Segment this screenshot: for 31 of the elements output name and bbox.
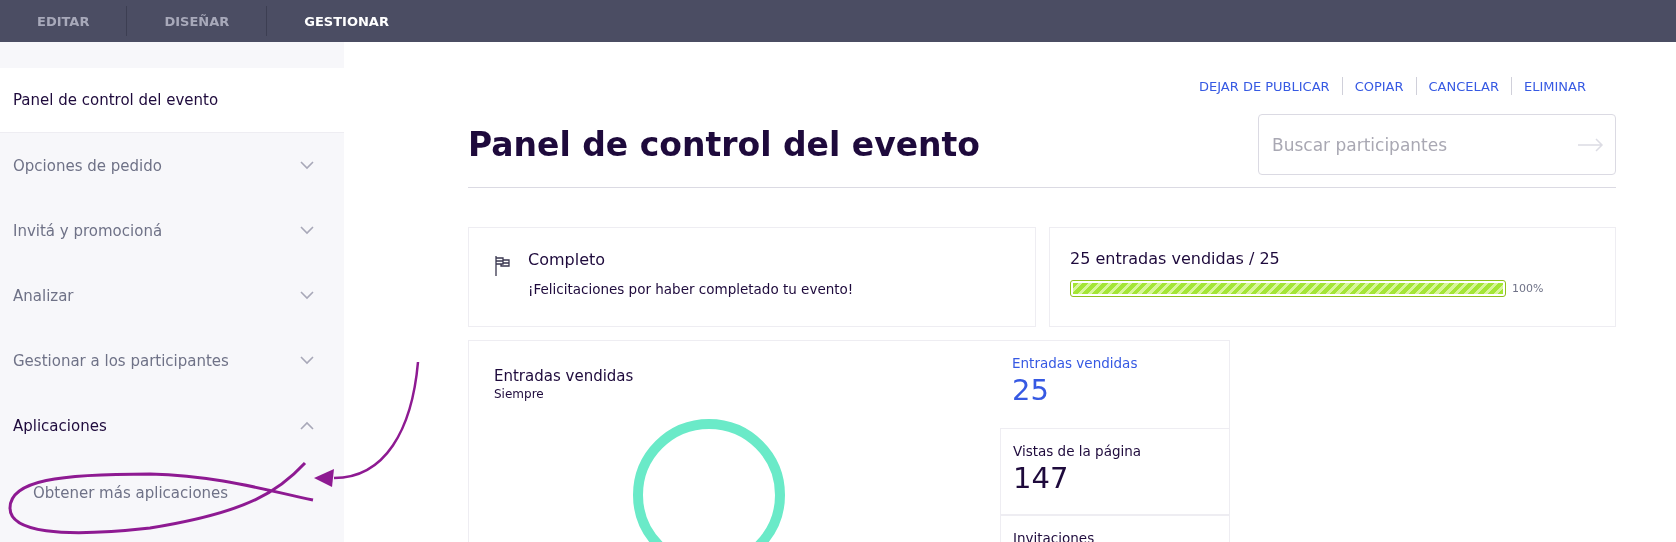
stat-tile[interactable]: Entradas vendidas 25 bbox=[1000, 341, 1229, 428]
status-message: ¡Felicitaciones por haber completado tu evento! bbox=[528, 281, 854, 297]
arrow-right-icon[interactable] bbox=[1578, 138, 1604, 152]
action-link[interactable]: CANCELAR bbox=[1428, 78, 1499, 94]
sidebar-subitem[interactable]: Obtener más aplicaciones bbox=[0, 458, 344, 502]
chevron-up-icon bbox=[300, 421, 314, 430]
chevron-down-icon bbox=[300, 291, 314, 300]
action-link[interactable]: ELIMINAR bbox=[1524, 78, 1586, 94]
action-link[interactable]: DEJAR DE PUBLICAR bbox=[1199, 78, 1330, 94]
flag-icon bbox=[494, 255, 510, 277]
sidebar-item[interactable]: Aplicaciones bbox=[0, 393, 344, 458]
chevron-down-icon bbox=[300, 226, 314, 235]
status-title: Completo bbox=[528, 250, 607, 269]
page-title: Panel de control del evento bbox=[468, 125, 980, 164]
sidebar-item[interactable]: Panel de control del evento bbox=[0, 68, 344, 133]
chevron-down-icon bbox=[300, 161, 314, 170]
search-field[interactable]: Buscar participantes bbox=[1258, 114, 1616, 175]
stat-tile[interactable]: Vistas de la página 147 bbox=[1000, 428, 1229, 515]
top-tab[interactable]: DISEÑAR bbox=[127, 6, 268, 36]
sales-title: 25 entradas vendidas / 25 bbox=[1070, 249, 1281, 268]
chart-title: Entradas vendidas bbox=[494, 367, 635, 385]
sidebar-item[interactable]: Gestionar a los participantes bbox=[0, 328, 344, 393]
action-link[interactable]: COPIAR bbox=[1354, 78, 1404, 94]
top-tab[interactable]: EDITAR bbox=[0, 6, 128, 36]
top-tab[interactable]: GESTIONAR bbox=[267, 6, 426, 36]
chart-subtitle: Siempre bbox=[494, 387, 545, 401]
sidebar-item[interactable]: Invitá y promocioná bbox=[0, 198, 344, 263]
progress-reading: 100% bbox=[1512, 282, 1544, 295]
chevron-down-icon bbox=[300, 356, 314, 365]
sidebar-item[interactable]: Opciones de pedido bbox=[0, 133, 344, 198]
sidebar-item[interactable]: Analizar bbox=[0, 263, 344, 328]
